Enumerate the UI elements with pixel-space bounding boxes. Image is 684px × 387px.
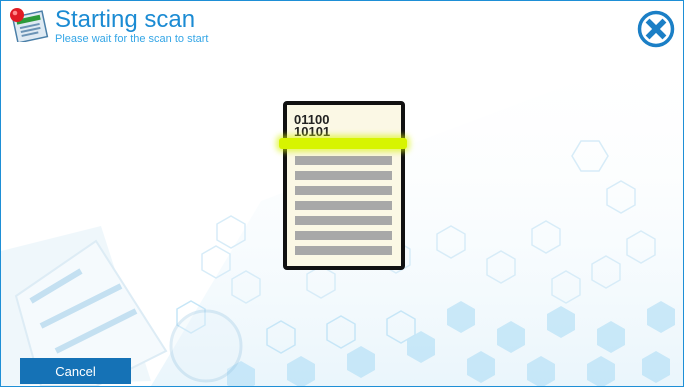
scanning-document-illustration: 01100 10101 — [279, 101, 407, 270]
close-icon[interactable] — [637, 10, 675, 48]
scan-window: Starting scan Please wait for the scan t… — [0, 0, 684, 387]
scan-highlight-bar — [279, 138, 407, 149]
binary-text: 01100 10101 — [294, 114, 374, 140]
page-title: Starting scan — [55, 6, 196, 33]
scan-app-icon — [10, 8, 49, 42]
cancel-button[interactable]: Cancel — [20, 358, 131, 384]
page-subtitle: Please wait for the scan to start — [55, 33, 209, 45]
binary-line: 10101 — [294, 124, 331, 139]
